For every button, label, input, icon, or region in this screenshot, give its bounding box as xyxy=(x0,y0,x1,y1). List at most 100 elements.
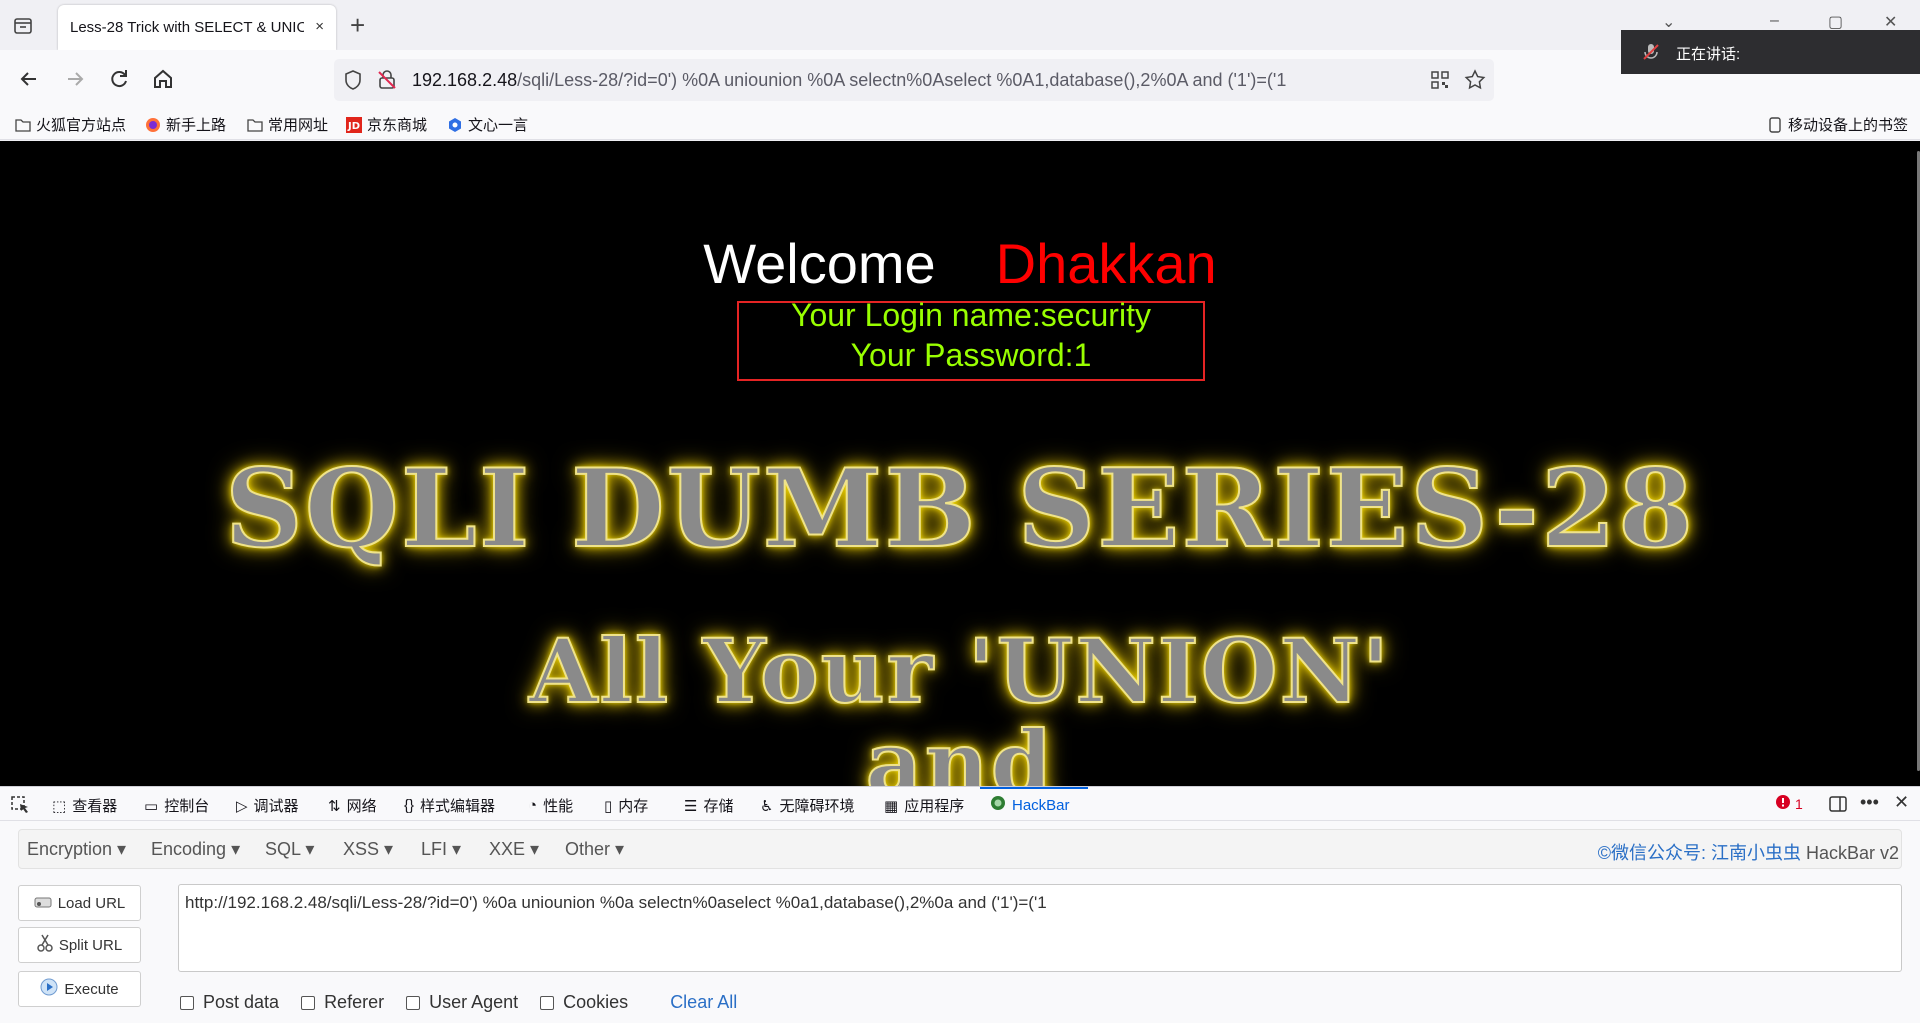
split-url-button[interactable]: Split URL xyxy=(18,927,141,963)
close-devtools-icon[interactable]: ✕ xyxy=(1894,792,1909,813)
more-options-icon[interactable]: ••• xyxy=(1860,792,1879,813)
devtools-tab-application[interactable]: ▦ 应用程序 xyxy=(884,795,964,816)
devtools-panel: ⬚ 查看器 ▭ 控制台 ▷ 调试器 ⇅ 网络 {} 样式编辑器 ◔ 性能 ▯ 内存 ☰ 存储 ♿… xyxy=(0,786,1920,1023)
home-icon[interactable] xyxy=(150,66,178,94)
checkbox[interactable] xyxy=(406,995,421,1010)
scissors-icon xyxy=(37,934,53,956)
checkbox[interactable] xyxy=(540,995,555,1010)
page-content: Welcome Dhakkan Your Login name:security … xyxy=(0,141,1920,786)
network-icon: ⇅ xyxy=(328,797,341,815)
bookmark-label: 新手上路 xyxy=(166,117,227,134)
tab-label: HackBar xyxy=(1012,796,1070,814)
welcome-name: Dhakkan xyxy=(995,232,1217,295)
reload-icon[interactable] xyxy=(106,66,134,94)
mobile-bookmarks[interactable]: 移动设备上的书签 xyxy=(1766,114,1908,135)
url-textarea[interactable]: http://192.168.2.48/sqli/Less-28/?id=0')… xyxy=(178,884,1902,972)
new-tab-button[interactable]: + xyxy=(350,12,365,38)
url-text[interactable]: 192.168.2.48/sqli/Less-28/?id=0') %0A un… xyxy=(412,70,1286,91)
bookmark-label: 常用网址 xyxy=(268,117,329,134)
insecure-lock-icon[interactable] xyxy=(376,69,398,96)
bookmark-label: 火狐官方站点 xyxy=(36,117,127,134)
load-url-label: Load URL xyxy=(57,894,126,912)
maximize-icon[interactable]: ▢ xyxy=(1828,12,1843,32)
tab-close-icon[interactable]: × xyxy=(315,18,324,35)
storage-icon: ☰ xyxy=(684,797,698,815)
menu-xxe[interactable]: XXE ▾ xyxy=(489,839,539,860)
load-url-button[interactable]: Load URL xyxy=(18,885,141,921)
hackbar-icon xyxy=(990,795,1006,815)
devtools-tab-hackbar[interactable]: HackBar xyxy=(990,795,1070,815)
bookmark-item[interactable]: 文心一言 xyxy=(446,114,528,135)
menu-other[interactable]: Other ▾ xyxy=(565,839,624,860)
tab-label: 控制台 xyxy=(164,798,210,815)
option-user-agent[interactable]: User Agent xyxy=(406,992,518,1013)
devtools-tab-console[interactable]: ▭ 控制台 xyxy=(144,795,209,816)
checkbox[interactable] xyxy=(180,995,194,1010)
style-editor-icon: {} xyxy=(404,797,415,814)
speaking-notification: 正在讲话: xyxy=(1621,30,1920,74)
bookmark-item[interactable]: JD 京东商城 xyxy=(345,114,427,135)
menu-encoding[interactable]: Encoding ▾ xyxy=(151,839,240,860)
forward-icon[interactable] xyxy=(62,66,90,94)
credit-prefix: ©微信公众号: xyxy=(1597,843,1711,863)
devtools-tab-accessibility[interactable]: ♿ 无障碍环境 xyxy=(760,795,854,816)
devtools-tab-storage[interactable]: ☰ 存储 xyxy=(684,795,733,816)
tab-list-icon[interactable] xyxy=(12,15,36,39)
menu-encryption[interactable]: Encryption ▾ xyxy=(27,839,126,860)
tab-label: 网络 xyxy=(346,798,377,815)
devtools-toolbar: ⬚ 查看器 ▭ 控制台 ▷ 调试器 ⇅ 网络 {} 样式编辑器 ◔ 性能 ▯ 内存 ☰ 存储 ♿… xyxy=(0,787,1920,821)
shield-icon[interactable] xyxy=(342,69,364,96)
credit-suffix: HackBar v2 xyxy=(1800,843,1899,863)
error-count: 1 xyxy=(1795,795,1803,812)
devtools-tab-inspector[interactable]: ⬚ 查看器 xyxy=(52,795,117,816)
chevron-down-icon[interactable]: ⌄ xyxy=(1662,12,1675,32)
login-name-line: Your Login name:security xyxy=(791,297,1151,333)
option-label: User Agent xyxy=(429,992,519,1012)
tab-label: 无障碍环境 xyxy=(779,798,855,815)
devtools-tab-network[interactable]: ⇅ 网络 xyxy=(328,795,377,816)
menu-sql[interactable]: SQL ▾ xyxy=(265,839,314,860)
bookmark-item[interactable]: 常用网址 xyxy=(246,114,328,135)
devtools-tab-performance[interactable]: ◔ 性能 xyxy=(528,795,573,816)
hackbar-menu: Encryption ▾ Encoding ▾ SQL ▾ XSS ▾ LFI … xyxy=(18,829,1902,869)
url-path: /sqli/Less-28/?id=0') %0A uniounion %0A … xyxy=(517,70,1287,90)
speaking-label: 正在讲话: xyxy=(1676,46,1741,63)
back-icon[interactable] xyxy=(16,66,44,94)
debugger-icon: ▷ xyxy=(236,797,248,815)
devtools-tab-debugger[interactable]: ▷ 调试器 xyxy=(236,795,299,816)
clear-all-link[interactable]: Clear All xyxy=(670,992,737,1013)
close-window-icon[interactable]: ✕ xyxy=(1884,12,1897,32)
minimize-icon[interactable]: – xyxy=(1770,12,1779,30)
menu-lfi[interactable]: LFI ▾ xyxy=(421,839,461,860)
bookmark-item[interactable]: 火狐官方站点 xyxy=(14,114,126,135)
devtools-tab-memory[interactable]: ▯ 内存 xyxy=(604,795,648,816)
firefox-icon xyxy=(144,116,162,134)
application-icon: ▦ xyxy=(884,797,899,815)
hackbar-credit: ©微信公众号: 江南小虫虫 HackBar v2 xyxy=(1598,839,1899,865)
wenxin-icon xyxy=(446,116,464,134)
dock-side-icon[interactable] xyxy=(1828,794,1848,819)
execute-button[interactable]: Execute xyxy=(18,971,141,1007)
pick-element-icon[interactable] xyxy=(10,795,30,820)
execute-icon xyxy=(40,978,58,1000)
mobile-device-icon xyxy=(1766,116,1784,134)
muted-mic-icon xyxy=(1641,42,1661,67)
tab-label: 应用程序 xyxy=(904,798,965,815)
bookmark-star-icon[interactable] xyxy=(1464,69,1486,96)
option-referer[interactable]: Referer xyxy=(301,992,384,1013)
bookmark-item[interactable]: 新手上路 xyxy=(144,114,226,135)
jd-icon: JD xyxy=(345,116,363,134)
option-cookies[interactable]: Cookies xyxy=(540,992,628,1013)
devtools-tab-style-editor[interactable]: {} 样式编辑器 xyxy=(404,795,495,816)
tab-label: 内存 xyxy=(618,798,649,815)
union-banner: All Your 'UNION' xyxy=(528,618,1391,724)
folder-icon xyxy=(246,116,264,134)
error-counter[interactable]: 1 xyxy=(1776,795,1803,812)
url-bar[interactable]: 192.168.2.48/sqli/Less-28/?id=0') %0A un… xyxy=(334,59,1494,101)
option-post-data[interactable]: Post data xyxy=(180,992,279,1013)
browser-tab[interactable]: Less-28 Trick with SELECT & UNION × xyxy=(58,5,336,50)
qr-code-icon[interactable] xyxy=(1430,70,1450,95)
menu-xss[interactable]: XSS ▾ xyxy=(343,839,393,860)
split-url-label: Split URL xyxy=(58,936,123,954)
checkbox[interactable] xyxy=(301,995,316,1010)
